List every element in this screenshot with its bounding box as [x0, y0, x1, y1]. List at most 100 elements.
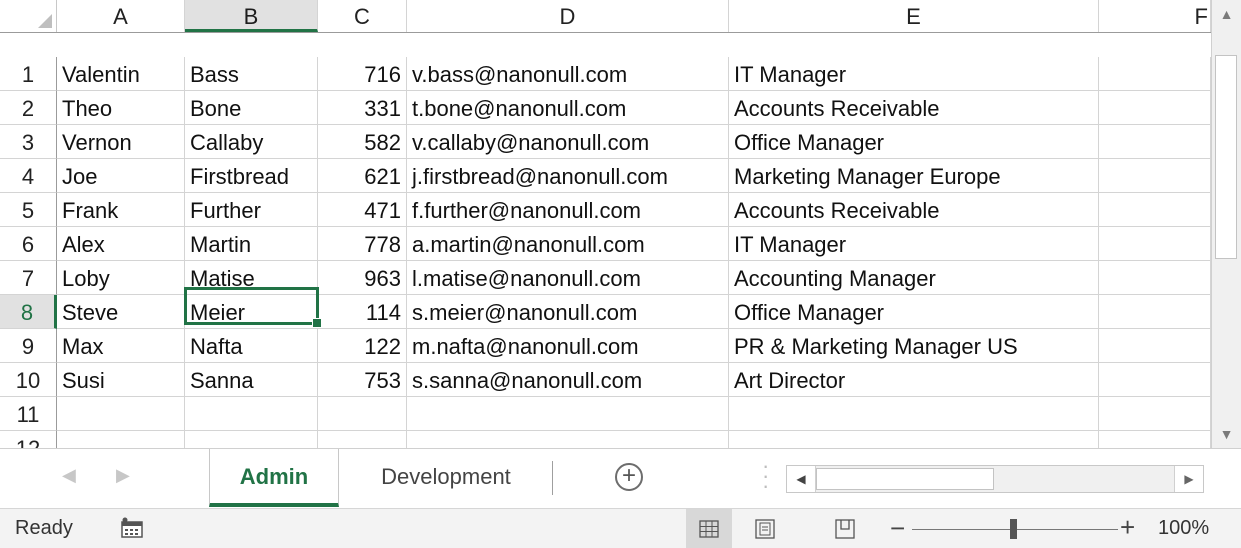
row-header-9[interactable]: 9 — [0, 329, 57, 363]
cell-number[interactable]: 471 — [318, 193, 407, 227]
cell-email[interactable]: m.nafta@nanonull.com — [407, 329, 729, 363]
cell-f[interactable] — [1099, 295, 1211, 329]
cell-last-name[interactable]: Bass — [185, 57, 318, 91]
zoom-in-button[interactable]: + — [1120, 512, 1135, 543]
splitter-handle-icon[interactable]: · · · — [762, 455, 769, 497]
cell-last-name[interactable]: Sanna — [185, 363, 318, 397]
cell-last-name[interactable] — [185, 431, 318, 448]
select-all-corner[interactable] — [0, 0, 57, 32]
cell-email[interactable]: v.bass@nanonull.com — [407, 57, 729, 91]
cell-f[interactable] — [1099, 57, 1211, 91]
page-layout-view-button[interactable] — [742, 509, 788, 548]
cell-first-name[interactable] — [57, 431, 185, 448]
cell-email[interactable] — [407, 431, 729, 448]
row-header-6[interactable]: 6 — [0, 227, 57, 261]
cell-title[interactable]: PR & Marketing Manager US — [729, 329, 1099, 363]
cell-f[interactable] — [1099, 193, 1211, 227]
cell-f[interactable] — [1099, 227, 1211, 261]
cell-title[interactable]: Accounts Receivable — [729, 91, 1099, 125]
cell-first-name[interactable]: Susi — [57, 363, 185, 397]
cell-number[interactable]: 716 — [318, 57, 407, 91]
zoom-slider-thumb[interactable] — [1010, 519, 1017, 539]
cell-title[interactable]: Accounts Receivable — [729, 193, 1099, 227]
tab-admin[interactable]: Admin — [209, 449, 339, 507]
cell-number[interactable]: 778 — [318, 227, 407, 261]
column-header-d[interactable]: D — [407, 0, 729, 32]
row-header-10[interactable]: 10 — [0, 363, 57, 397]
cell-title[interactable]: Marketing Manager Europe — [729, 159, 1099, 193]
row-header-8[interactable]: 8 — [0, 295, 57, 329]
row-header-3[interactable]: 3 — [0, 125, 57, 159]
cell-first-name[interactable]: Loby — [57, 261, 185, 295]
cell-email[interactable]: a.martin@nanonull.com — [407, 227, 729, 261]
cell-f[interactable] — [1099, 363, 1211, 397]
cell-number[interactable] — [318, 431, 407, 448]
cell-first-name[interactable]: Vernon — [57, 125, 185, 159]
active-cell-selection[interactable] — [184, 287, 322, 328]
horizontal-scrollbar[interactable]: ◀ ▶ — [786, 465, 1204, 493]
column-header-f[interactable]: F — [1099, 0, 1211, 32]
cell-last-name[interactable] — [185, 397, 318, 431]
cell-email[interactable]: f.further@nanonull.com — [407, 193, 729, 227]
cell-number[interactable]: 753 — [318, 363, 407, 397]
tab-development[interactable]: Development — [340, 449, 552, 507]
cell-first-name[interactable]: Joe — [57, 159, 185, 193]
cell-email[interactable]: s.meier@nanonull.com — [407, 295, 729, 329]
cell-email[interactable]: j.firstbread@nanonull.com — [407, 159, 729, 193]
cell-f[interactable] — [1099, 125, 1211, 159]
cell-first-name[interactable]: Theo — [57, 91, 185, 125]
page-break-view-button[interactable] — [822, 509, 868, 548]
cell-number[interactable]: 331 — [318, 91, 407, 125]
cell-title[interactable]: Office Manager — [729, 295, 1099, 329]
tab-next-icon[interactable]: ▶ — [116, 465, 130, 486]
row-header-1[interactable]: 1 — [0, 57, 57, 91]
cell-title[interactable]: Accounting Manager — [729, 261, 1099, 295]
tab-prev-icon[interactable]: ◀ — [62, 465, 76, 486]
cell-title[interactable]: IT Manager — [729, 57, 1099, 91]
row-header-5[interactable]: 5 — [0, 193, 57, 227]
cell-last-name[interactable]: Nafta — [185, 329, 318, 363]
cell-email[interactable]: s.sanna@nanonull.com — [407, 363, 729, 397]
cell-first-name[interactable]: Frank — [57, 193, 185, 227]
cell-last-name[interactable]: Further — [185, 193, 318, 227]
cell-first-name[interactable] — [57, 397, 185, 431]
cell-f[interactable] — [1099, 431, 1211, 448]
cell-first-name[interactable]: Max — [57, 329, 185, 363]
cell-number[interactable]: 122 — [318, 329, 407, 363]
cell-last-name[interactable]: Firstbread — [185, 159, 318, 193]
cell-email[interactable]: l.matise@nanonull.com — [407, 261, 729, 295]
cell-first-name[interactable]: Alex — [57, 227, 185, 261]
cell-f[interactable] — [1099, 397, 1211, 431]
horizontal-scroll-thumb[interactable] — [816, 468, 994, 490]
vertical-scrollbar[interactable]: ▲ ▼ — [1211, 0, 1241, 448]
cell-last-name[interactable]: Callaby — [185, 125, 318, 159]
row-header-11[interactable]: 11 — [0, 397, 57, 431]
cell-number[interactable]: 963 — [318, 261, 407, 295]
column-header-e[interactable]: E — [729, 0, 1099, 32]
cell-email[interactable]: t.bone@nanonull.com — [407, 91, 729, 125]
cell-f[interactable] — [1099, 329, 1211, 363]
column-header-a[interactable]: A — [57, 0, 185, 32]
scroll-up-icon[interactable]: ▲ — [1212, 0, 1241, 28]
cell-title[interactable] — [729, 431, 1099, 448]
scroll-right-icon[interactable]: ▶ — [1174, 466, 1203, 492]
normal-view-button[interactable] — [686, 509, 732, 548]
cell-number[interactable]: 582 — [318, 125, 407, 159]
macro-recording-icon[interactable] — [120, 517, 144, 539]
scroll-left-icon[interactable]: ◀ — [787, 466, 816, 492]
cell-email[interactable]: v.callaby@nanonull.com — [407, 125, 729, 159]
column-header-b[interactable]: B — [185, 0, 318, 32]
scroll-down-icon[interactable]: ▼ — [1212, 420, 1241, 448]
zoom-out-button[interactable]: − — [890, 513, 905, 544]
cell-first-name[interactable]: Valentin — [57, 57, 185, 91]
cell-f[interactable] — [1099, 159, 1211, 193]
row-header-7[interactable]: 7 — [0, 261, 57, 295]
cell-title[interactable]: IT Manager — [729, 227, 1099, 261]
cell-number[interactable] — [318, 397, 407, 431]
add-sheet-icon[interactable]: + — [615, 463, 643, 491]
cell-f[interactable] — [1099, 261, 1211, 295]
column-header-c[interactable]: C — [318, 0, 407, 32]
cell-number[interactable]: 621 — [318, 159, 407, 193]
cell-number[interactable]: 114 — [318, 295, 407, 329]
cell-first-name[interactable]: Steve — [57, 295, 185, 329]
